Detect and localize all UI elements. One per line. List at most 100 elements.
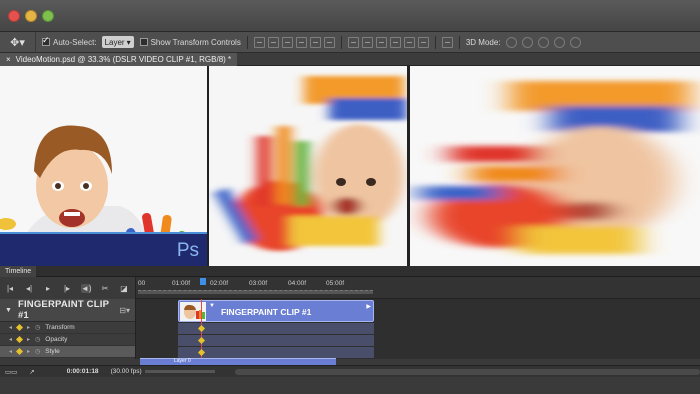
show-transform-checkbox[interactable] <box>139 38 148 46</box>
stopwatch-icon[interactable]: ◷ <box>35 324 40 331</box>
panel-bottom <box>0 377 700 394</box>
align-left-icon[interactable] <box>295 36 307 48</box>
clip-end-icon[interactable]: ▶ <box>366 303 371 310</box>
clip-name: FINGERPAINT CLIP #1 <box>221 307 312 317</box>
minimize-window-button[interactable] <box>25 10 37 22</box>
align-right-icon[interactable] <box>323 36 335 48</box>
video-clip[interactable]: ▼ FINGERPAINT CLIP #1 ▶ <box>178 300 374 322</box>
align-bottom-icon[interactable] <box>281 36 293 48</box>
align-top-icon[interactable] <box>253 36 265 48</box>
play-icon[interactable]: ▸ <box>43 284 53 293</box>
property-row-opacity[interactable]: ◂ ▸ ◷ Opacity <box>0 334 135 346</box>
distribute-left-icon[interactable] <box>389 36 401 48</box>
property-row-style[interactable]: ◂ ▸ ◷ Style <box>0 346 135 358</box>
film-strip-icon[interactable]: ⊟▾ <box>119 306 130 315</box>
3d-drag-icon[interactable] <box>537 36 549 48</box>
video-frame-sharp: Ps <box>0 66 207 266</box>
move-tool-icon[interactable]: ✥▾ <box>0 31 36 53</box>
auto-select-checkbox[interactable] <box>42 35 50 46</box>
clip-thumbnail-image <box>180 302 206 321</box>
maximize-window-button[interactable] <box>42 10 54 22</box>
divider <box>458 35 460 49</box>
keyframe-diamond-icon[interactable] <box>15 323 24 332</box>
clip-thumbnail <box>180 302 206 321</box>
timeline-status-bar: ▭▭ ↗ 0:00:01:18 (30.00 fps) <box>0 365 700 377</box>
clip-options-icon[interactable]: ▼ <box>209 303 215 309</box>
split-icon[interactable]: ✂ <box>100 284 110 293</box>
next-layer-label: Layer 0 <box>174 358 191 364</box>
nav-arrows-icon[interactable]: ▸ <box>27 324 30 331</box>
work-area-bar[interactable] <box>138 290 373 294</box>
close-window-button[interactable] <box>8 10 20 22</box>
nav-arrows-icon[interactable]: ▸ <box>27 348 30 355</box>
stopwatch-icon[interactable]: ◷ <box>35 348 40 355</box>
video-frame-blurred <box>209 66 407 266</box>
canvas-area[interactable]: Ps <box>0 66 700 266</box>
timeline-controls: |◂ ◂| ▸ |▸ ◄) ✂ ◪ <box>0 277 136 299</box>
distribute-vcenter-icon[interactable] <box>361 36 373 48</box>
3d-scale-icon[interactable] <box>569 36 581 48</box>
convert-icon[interactable]: ↗ <box>29 368 34 376</box>
ruler-tick: 01:00f <box>172 280 191 287</box>
property-row-transform[interactable]: ◂ ▸ ◷ Transform <box>0 322 135 334</box>
divider <box>340 35 342 49</box>
divider <box>434 35 436 49</box>
stopwatch-icon[interactable]: ◷ <box>35 336 40 343</box>
timeline-tab[interactable]: Timeline <box>0 266 37 277</box>
nav-arrows-icon[interactable]: ▸ <box>27 336 30 343</box>
transform-track[interactable] <box>178 323 374 334</box>
3d-mode-group: 3D Mode: <box>465 36 581 48</box>
previous-frame-icon[interactable]: ◂| <box>24 284 34 293</box>
timeline-tracks[interactable]: ▼ FINGERPAINT CLIP #1 ▶ <box>136 299 700 359</box>
property-label: Style <box>45 348 60 355</box>
render-icon[interactable]: ▭▭ <box>5 368 17 376</box>
3d-rotate-icon[interactable] <box>505 36 517 48</box>
ruler-tick: 03:00f <box>249 280 268 287</box>
style-track[interactable] <box>178 347 374 358</box>
keyframe-diamond-icon[interactable] <box>15 347 24 356</box>
photoshop-logo: Ps <box>176 240 199 261</box>
auto-select-dropdown[interactable]: Layer ▾ <box>101 36 134 48</box>
3d-mode-label: 3D Mode: <box>465 37 501 47</box>
distribute-hcenter-icon[interactable] <box>403 36 415 48</box>
expand-triangle-icon[interactable]: ▼ <box>5 307 12 314</box>
keyframe-diamond-icon[interactable] <box>15 335 24 344</box>
document-tab[interactable]: × VideoMotion.psd @ 33.3% (DSLR VIDEO CL… <box>0 53 238 66</box>
property-label: Opacity <box>45 336 68 343</box>
timeline-ruler[interactable]: 00 01:00f 02:00f 03:00f 04:00f 05:00f <box>136 277 700 299</box>
nav-arrows-icon[interactable]: ◂ <box>9 348 12 355</box>
distribute-bottom-icon[interactable] <box>375 36 387 48</box>
divider <box>246 35 248 49</box>
playhead[interactable] <box>200 278 206 285</box>
document-tab-bar: × VideoMotion.psd @ 33.3% (DSLR VIDEO CL… <box>0 53 700 66</box>
3d-roll-icon[interactable] <box>521 36 533 48</box>
nav-arrows-icon[interactable]: ◂ <box>9 324 12 331</box>
align-hcenter-icon[interactable] <box>309 36 321 48</box>
auto-align-icon[interactable] <box>441 36 453 48</box>
next-layer-clip[interactable]: Layer 0 <box>140 358 336 365</box>
align-buttons <box>253 36 335 48</box>
distribute-right-icon[interactable] <box>417 36 429 48</box>
chevron-down-icon: ▾ <box>126 37 131 47</box>
audio-icon[interactable]: ◄) <box>81 283 92 293</box>
3d-slide-icon[interactable] <box>553 36 565 48</box>
property-label: Transform <box>45 324 75 331</box>
next-frame-icon[interactable]: |▸ <box>62 284 72 293</box>
layer-name: FINGERPAINT CLIP #1 <box>17 299 109 321</box>
distribute-top-icon[interactable] <box>347 36 359 48</box>
close-tab-icon[interactable]: × <box>6 53 11 66</box>
zoom-slider[interactable] <box>145 370 215 373</box>
ruler-tick: 05:00f <box>326 280 345 287</box>
boy-motion-blur-image <box>209 66 407 266</box>
opacity-track[interactable] <box>178 335 374 346</box>
nav-arrows-icon[interactable]: ◂ <box>9 336 12 343</box>
first-frame-icon[interactable]: |◂ <box>5 284 15 293</box>
timeline-scrollbar[interactable] <box>235 369 700 375</box>
transition-icon[interactable]: ◪ <box>119 284 129 293</box>
layer-row[interactable]: ▼ FINGERPAINT CLIP #1 ⊟▾ <box>0 299 135 322</box>
align-vcenter-icon[interactable] <box>267 36 279 48</box>
auto-select-label: Auto-Select: <box>53 37 97 47</box>
timeline-layers-panel: ▼ FINGERPAINT CLIP #1 ⊟▾ ◂ ▸ ◷ Transform… <box>0 299 136 359</box>
photoshop-banner: Ps <box>0 232 207 266</box>
document-tab-title: VideoMotion.psd @ 33.3% (DSLR VIDEO CLIP… <box>15 55 232 64</box>
